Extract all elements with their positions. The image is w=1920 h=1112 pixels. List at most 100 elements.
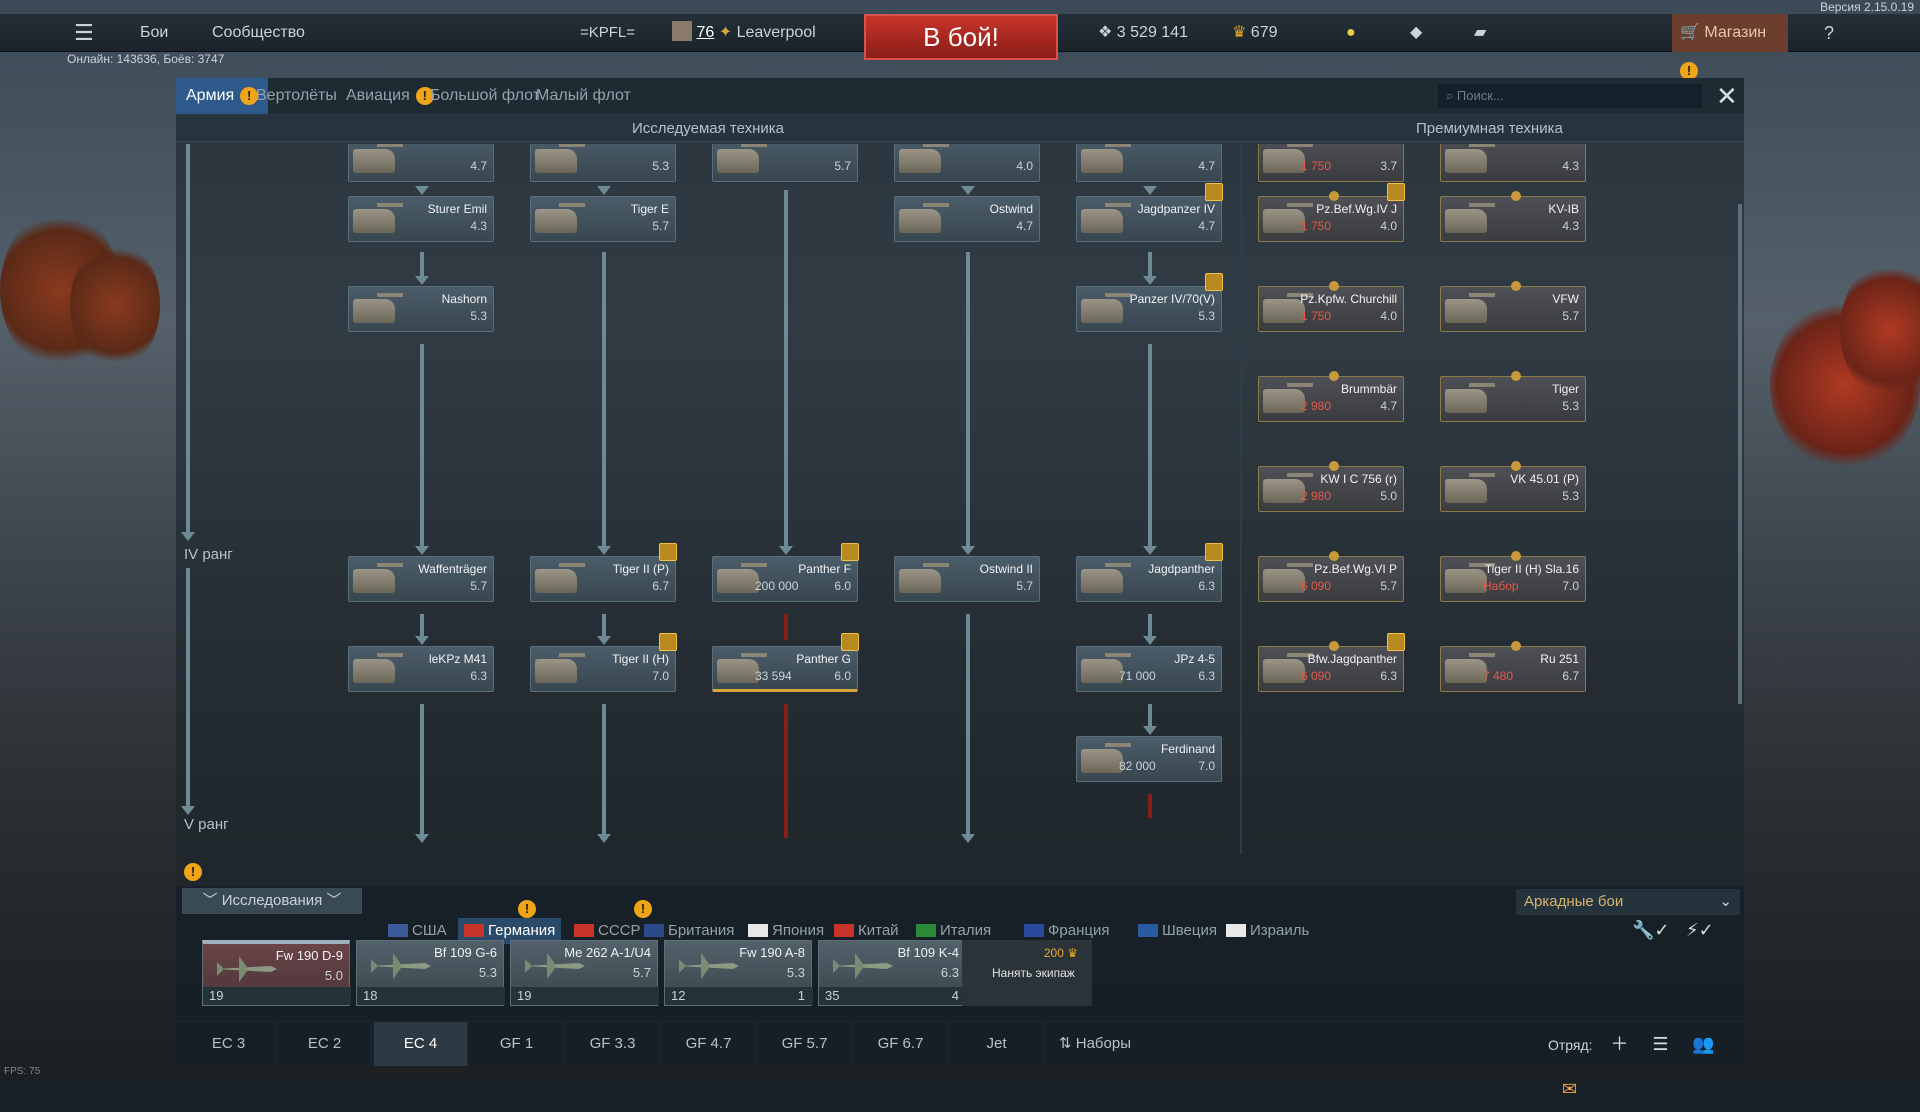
plane-name: Me 262 A-1/U4 [564, 945, 651, 960]
nation-tab-9[interactable]: Израиль [1226, 918, 1309, 944]
crew-slot[interactable]: Bf 109 K-4 6.3 35 4 [818, 940, 967, 1006]
coupon-icon[interactable]: ▰ [1474, 14, 1486, 52]
vehicle-card[interactable]: VK 45.01 (P) 5.3 [1440, 461, 1586, 512]
game-mode-select[interactable]: Аркадные бои ⌄ [1516, 889, 1740, 915]
menu-battles[interactable]: Бои [140, 14, 168, 52]
preset-tab-8[interactable]: Jet [950, 1022, 1044, 1066]
wrench-icon[interactable]: 🔧✓ [1632, 920, 1670, 941]
crew-slot[interactable]: Fw 190 D-9 5.0 19 [202, 940, 351, 1006]
vehicle-card[interactable]: Jagdpanther 6.3 [1076, 543, 1223, 602]
vehicle-card[interactable]: 4.7 [348, 144, 494, 182]
premium-dot-icon [1329, 551, 1339, 561]
shop-button[interactable]: 🛒 Магазин ! [1672, 14, 1788, 80]
tank-icon [1445, 203, 1495, 233]
preset-tab-7[interactable]: GF 6.7 [854, 1022, 948, 1066]
tech-tree[interactable]: IV ранг V ранг 4.7 5.3 5.7 4.0 4.7 Sturer Emi… [176, 144, 1744, 854]
vehicle-card[interactable]: 3.7 1 750 [1258, 144, 1404, 182]
vehicle-card[interactable]: Tiger II (H) Sla.16 7.0 Набор [1440, 551, 1586, 602]
preset-tab-5[interactable]: GF 4.7 [662, 1022, 756, 1066]
vehicle-card[interactable]: 5.7 [712, 144, 858, 182]
mail-icon[interactable]: ✉ [1562, 1067, 1577, 1111]
vehicle-card[interactable]: 4.7 [1076, 144, 1222, 182]
vehicle-card[interactable]: Bfw.Jagdpanther 6.3 6 090 [1258, 633, 1405, 692]
research-toggle[interactable]: ﹀ Исследования ﹀ [182, 888, 362, 914]
premium-section-title: Премиумная техника [1416, 120, 1563, 137]
tank-icon [1445, 383, 1495, 413]
sets-button[interactable]: ⇅ Наборы [1040, 1022, 1150, 1066]
vehicle-card[interactable]: KV-IB 4.3 [1440, 191, 1586, 242]
vehicle-card[interactable]: Pz.Bef.Wg.VI P 5.7 6 090 [1258, 551, 1404, 602]
premium-dot-icon [1511, 461, 1521, 471]
lightbulb-icon[interactable]: ● [1346, 14, 1356, 52]
vehicle-card[interactable]: Pz.Bef.Wg.IV J 4.0 1 750 [1258, 183, 1405, 242]
battle-rating: 5.7 [652, 219, 669, 233]
tab-1[interactable]: Вертолёты [256, 78, 337, 114]
vehicle-card[interactable]: leKPz M41 6.3 [348, 646, 494, 692]
scrollbar[interactable] [1738, 204, 1742, 704]
vehicle-card[interactable]: Tiger 5.3 [1440, 371, 1586, 422]
vehicle-card[interactable]: Ferdinand 7.0 82 000 [1076, 736, 1222, 782]
preset-tab-6[interactable]: GF 5.7 [758, 1022, 852, 1066]
to-battle-button[interactable]: В бой! [864, 14, 1058, 60]
friends-icon[interactable]: 👥 [1692, 1022, 1714, 1066]
vehicle-card[interactable]: Panther G 6.0 33 594 [712, 633, 859, 692]
vehicle-card[interactable]: Waffenträger 5.7 [348, 556, 494, 602]
add-icon[interactable]: ＋ [1610, 1022, 1628, 1066]
vehicle-card[interactable]: KW I C 756 (r) 5.0 2 980 [1258, 461, 1404, 512]
warning-icon[interactable]: ! [184, 863, 202, 881]
repair-check-icon[interactable]: ⚡✓ [1686, 920, 1714, 941]
preset-tab-0[interactable]: EC 3 [182, 1022, 276, 1066]
list-icon[interactable]: ☰ [1652, 1022, 1668, 1066]
preset-tab-2[interactable]: EC 4 [374, 1022, 468, 1066]
hamburger-menu-icon[interactable]: ☰ [74, 14, 94, 52]
vehicle-card[interactable]: 5.3 [530, 144, 676, 182]
vehicle-card[interactable]: Brummbär 4.7 2 980 [1258, 371, 1404, 422]
vehicle-card[interactable]: Panther F 6.0 200 000 [712, 543, 859, 602]
preset-tab-1[interactable]: EC 2 [278, 1022, 372, 1066]
vehicle-card[interactable]: Sturer Emil 4.3 [348, 196, 494, 242]
tab-3[interactable]: Большой флот [430, 78, 540, 114]
vehicle-card[interactable]: 4.0 [894, 144, 1040, 182]
nation-label: США [412, 922, 447, 939]
vehicle-card[interactable]: Nashorn 5.3 [348, 286, 494, 332]
squadron-tag[interactable]: =KPFL= [580, 14, 635, 52]
tank-icon [1263, 563, 1313, 593]
crew-slot[interactable]: Bf 109 G-6 5.3 18 [356, 940, 505, 1006]
tab-4[interactable]: Малый флот [536, 78, 631, 114]
hire-crew-slot[interactable]: 200 ♛ Нанять экипаж [962, 940, 1092, 1006]
vehicle-card[interactable]: Ru 251 6.7 7 480 [1440, 641, 1586, 692]
vehicle-card[interactable]: Pz.Kpfw. Churchill 4.0 1 750 [1258, 281, 1404, 332]
plane-name: Fw 190 D-9 [275, 948, 343, 963]
profile-area[interactable]: 76 ✦ Leaverpool [672, 14, 816, 52]
arrow-down-icon [961, 546, 975, 555]
vehicle-card[interactable]: 4.3 [1440, 144, 1586, 182]
vehicle-card[interactable]: VFW 5.7 [1440, 281, 1586, 332]
crew-slot[interactable]: Me 262 A-1/U4 5.7 19 [510, 940, 659, 1006]
vehicle-card[interactable]: Panzer IV/70(V) 5.3 [1076, 273, 1223, 332]
tree-connector [784, 190, 788, 548]
crew-slot[interactable]: Fw 190 A-8 5.3 12 1 [664, 940, 813, 1006]
vehicle-card[interactable]: Tiger II (H) 7.0 [530, 633, 677, 692]
tab-0[interactable]: Армия! [176, 78, 269, 114]
search-input[interactable]: ⌕ Поиск... [1438, 84, 1702, 108]
flag-icon [1138, 924, 1158, 937]
silver-lions[interactable]: ❖ 3 529 141 [1098, 14, 1188, 52]
diamond-icon[interactable]: ◆ [1410, 14, 1422, 52]
rank-badge-icon [1387, 633, 1405, 651]
crew-footer: 12 1 [665, 987, 813, 1005]
battle-rating: 5.3 [1198, 309, 1215, 323]
preset-tab-4[interactable]: GF 3.3 [566, 1022, 660, 1066]
tab-2[interactable]: Авиация! [346, 78, 434, 114]
preset-tab-3[interactable]: GF 1 [470, 1022, 564, 1066]
help-icon[interactable]: ? [1824, 14, 1834, 52]
menu-community[interactable]: Сообщество [212, 14, 305, 52]
close-icon[interactable]: ✕ [1716, 82, 1738, 110]
vehicle-card[interactable]: Ostwind II 5.7 [894, 556, 1040, 602]
vehicle-card[interactable]: JPz 4-5 6.3 71 000 [1076, 646, 1222, 692]
golden-eagles[interactable]: ♛ 679 [1232, 14, 1278, 52]
vehicle-card[interactable]: Tiger II (P) 6.7 [530, 543, 677, 602]
nation-tab-8[interactable]: Швеция [1138, 918, 1217, 944]
vehicle-card[interactable]: Jagdpanzer IV 4.7 [1076, 183, 1223, 242]
vehicle-card[interactable]: Tiger E 5.7 [530, 196, 676, 242]
vehicle-card[interactable]: Ostwind 4.7 [894, 196, 1040, 242]
